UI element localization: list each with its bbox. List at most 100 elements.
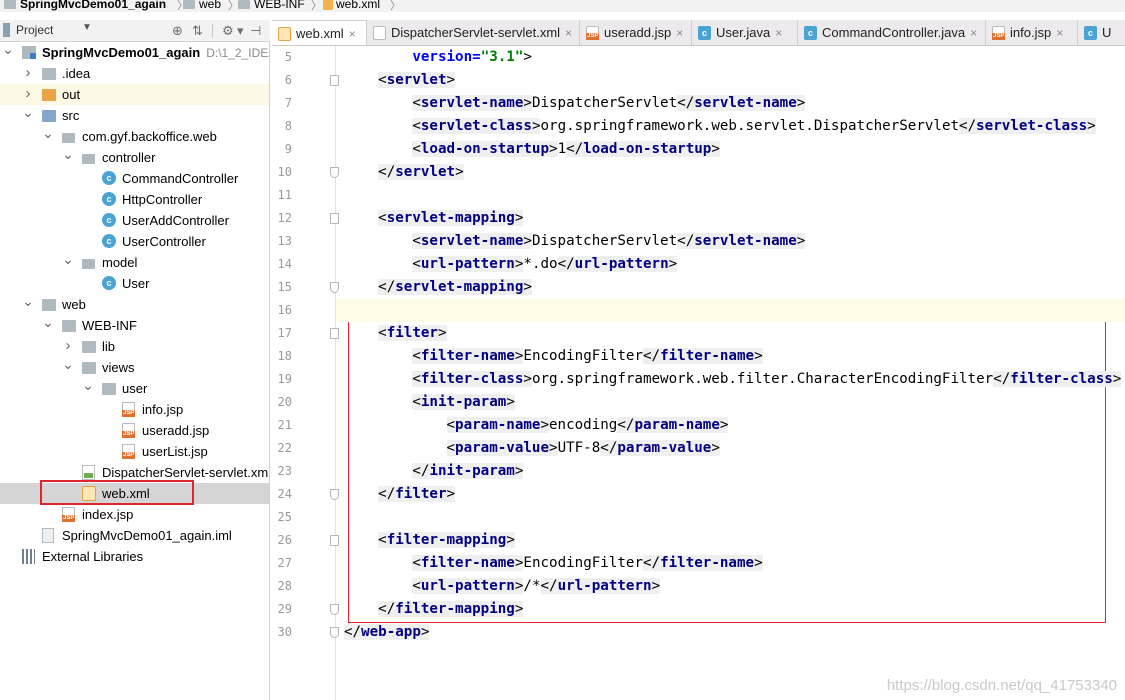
code-line[interactable]: <param-name>encoding</param-name> (344, 414, 1124, 437)
target-icon[interactable]: ⊕ (172, 23, 183, 38)
hide-panel-icon[interactable]: ⊣ (250, 23, 261, 38)
fold-marker-icon[interactable] (330, 167, 339, 178)
fold-marker-icon[interactable] (330, 328, 339, 339)
code-line[interactable]: </servlet> (344, 161, 1124, 184)
tree-item[interactable]: ⌄ views (0, 357, 269, 378)
code-line[interactable] (344, 184, 1124, 207)
chevron-down-icon[interactable]: ⌄ (22, 294, 34, 315)
gear-icon[interactable]: ⚙ (222, 23, 234, 38)
close-icon[interactable]: × (676, 21, 683, 45)
code-line[interactable]: <servlet-mapping> (344, 207, 1124, 230)
line-number-gutter[interactable]: 5 6 7 8 9 10 11 12 13 14 15 16 17 18 19 20 21 22 23 24 25 26 2… (272, 46, 339, 700)
tree-item[interactable]: useradd.jsp (0, 420, 269, 441)
code-line[interactable]: <url-pattern>*.do</url-pattern> (344, 253, 1124, 276)
fold-marker-icon[interactable] (330, 489, 339, 500)
tab-info-jsp[interactable]: info.jsp × (986, 20, 1078, 45)
fold-marker-icon[interactable] (330, 604, 339, 615)
breadcrumb-item-web-xml[interactable]: web.xml (323, 0, 380, 12)
code-line[interactable]: <servlet-name>DispatcherServlet</servlet… (344, 92, 1124, 115)
code-line[interactable]: <filter> (344, 322, 1124, 345)
chevron-down-icon[interactable]: ⌄ (42, 315, 54, 336)
tree-item[interactable]: info.jsp (0, 399, 269, 420)
project-view-selector[interactable]: Project (3, 23, 53, 37)
tab-dispatcherservlet-servlet-xml[interactable]: DispatcherServlet-servlet.xml × (367, 20, 580, 45)
breadcrumb-item-web-inf[interactable]: WEB-INF (238, 0, 305, 12)
close-icon[interactable]: × (970, 21, 977, 45)
tab-user-java[interactable]: c User.java × (692, 20, 798, 45)
code-line[interactable]: <servlet> (344, 69, 1124, 92)
chevron-down-icon[interactable]: ⌄ (22, 105, 34, 126)
breadcrumb-item-project[interactable]: SpringMvcDemo01_again (4, 0, 166, 12)
code-line[interactable]: <init-param> (344, 391, 1124, 414)
code-line[interactable]: </filter-mapping> (344, 598, 1124, 621)
tree-item[interactable]: ⌄ WEB-INF (0, 315, 269, 336)
tree-item[interactable]: ⌄ web (0, 294, 269, 315)
code-line[interactable]: </web-app> (344, 621, 1124, 644)
fold-marker-icon[interactable] (330, 282, 339, 293)
tree-item[interactable]: ⌄ com.gyf.backoffice.web (0, 126, 269, 147)
close-icon[interactable]: × (1056, 21, 1063, 45)
tree-item[interactable]: c UserAddController (0, 210, 269, 231)
tree-item[interactable]: External Libraries (0, 546, 269, 567)
code-line[interactable]: <url-pattern>/*</url-pattern> (344, 575, 1124, 598)
tree-item[interactable]: userList.jsp (0, 441, 269, 462)
chevron-down-icon[interactable]: ⌄ (62, 147, 74, 168)
code-line[interactable]: <filter-name>EncodingFilter</filter-name… (344, 345, 1124, 368)
code-line[interactable]: <servlet-name>DispatcherServlet</servlet… (344, 230, 1124, 253)
code-line[interactable]: <load-on-startup>1</load-on-startup> (344, 138, 1124, 161)
close-icon[interactable]: × (775, 21, 782, 45)
fold-marker-icon[interactable] (330, 213, 339, 224)
tab-useradd-jsp[interactable]: useradd.jsp × (580, 20, 692, 45)
code-line[interactable]: version="3.1"> (344, 46, 1124, 69)
code-line[interactable] (344, 299, 1124, 322)
tab-commandcontroller-java[interactable]: c CommandController.java × (798, 20, 986, 45)
tree-item[interactable]: c User (0, 273, 269, 294)
tree-item-label: UserAddController (122, 213, 229, 228)
chevron-down-icon[interactable]: ⌄ (42, 126, 54, 147)
tree-item[interactable]: › out (0, 84, 269, 105)
close-icon[interactable]: × (565, 21, 572, 45)
fold-marker-icon[interactable] (330, 627, 339, 638)
tree-item[interactable]: c UserController (0, 231, 269, 252)
fold-marker-icon[interactable] (330, 535, 339, 546)
tree-item-text: index.jsp (82, 506, 133, 523)
chevron-right-icon[interactable]: › (62, 336, 74, 357)
chevron-right-icon[interactable]: › (22, 63, 34, 84)
chevron-down-icon[interactable]: ⌄ (2, 42, 14, 63)
tree-item[interactable]: › .idea (0, 63, 269, 84)
chevron-right-icon[interactable]: › (22, 84, 34, 105)
chevron-down-icon[interactable]: ⌄ (82, 378, 94, 399)
chevron-down-icon[interactable]: ▾ (237, 23, 244, 38)
tree-item[interactable]: ⌄ controller (0, 147, 269, 168)
tree-item[interactable]: ⌄ user (0, 378, 269, 399)
tree-item[interactable]: › lib (0, 336, 269, 357)
tree-item[interactable]: ⌄ src (0, 105, 269, 126)
tree-item[interactable]: ⌄ SpringMvcDemo01_again D:\1_2_IDEA_ja (0, 42, 269, 63)
collapse-all-icon[interactable]: ⇅ (192, 23, 203, 38)
code-line[interactable] (344, 506, 1124, 529)
code-line[interactable]: <servlet-class>org.springframework.web.s… (344, 115, 1124, 138)
code-line[interactable]: <filter-name>EncodingFilter</filter-name… (344, 552, 1124, 575)
code-line[interactable]: </init-param> (344, 460, 1124, 483)
code-line[interactable]: <filter-mapping> (344, 529, 1124, 552)
tree-item[interactable]: SpringMvcDemo01_again.iml (0, 525, 269, 546)
tree-item[interactable]: index.jsp (0, 504, 269, 525)
tab-u[interactable]: cU (1078, 20, 1125, 45)
chevron-down-icon[interactable]: ⌄ (62, 252, 74, 273)
jsp-icon (122, 402, 136, 417)
tree-item[interactable]: ⌄ model (0, 252, 269, 273)
tree-item[interactable]: c CommandController (0, 168, 269, 189)
code-line[interactable]: <filter-class>org.springframework.web.fi… (344, 368, 1124, 391)
code-line[interactable]: </servlet-mapping> (344, 276, 1124, 299)
breadcrumb-item-web[interactable]: web (183, 0, 221, 12)
fold-marker-icon[interactable] (330, 75, 339, 86)
code-editor[interactable]: 5 6 7 8 9 10 11 12 13 14 15 16 17 18 19 20 21 22 23 24 25 26 2… (272, 46, 1125, 700)
code-line[interactable]: <param-value>UTF-8</param-value> (344, 437, 1124, 460)
chevron-down-icon[interactable]: ⌄ (62, 357, 74, 378)
tree-item[interactable]: c HttpController (0, 189, 269, 210)
tab-web-xml[interactable]: web.xml × (272, 20, 367, 46)
chevron-down-icon[interactable]: ▼ (82, 22, 92, 33)
code-line[interactable]: </filter> (344, 483, 1124, 506)
close-icon[interactable]: × (349, 22, 356, 46)
line-number: 20 (277, 395, 292, 409)
